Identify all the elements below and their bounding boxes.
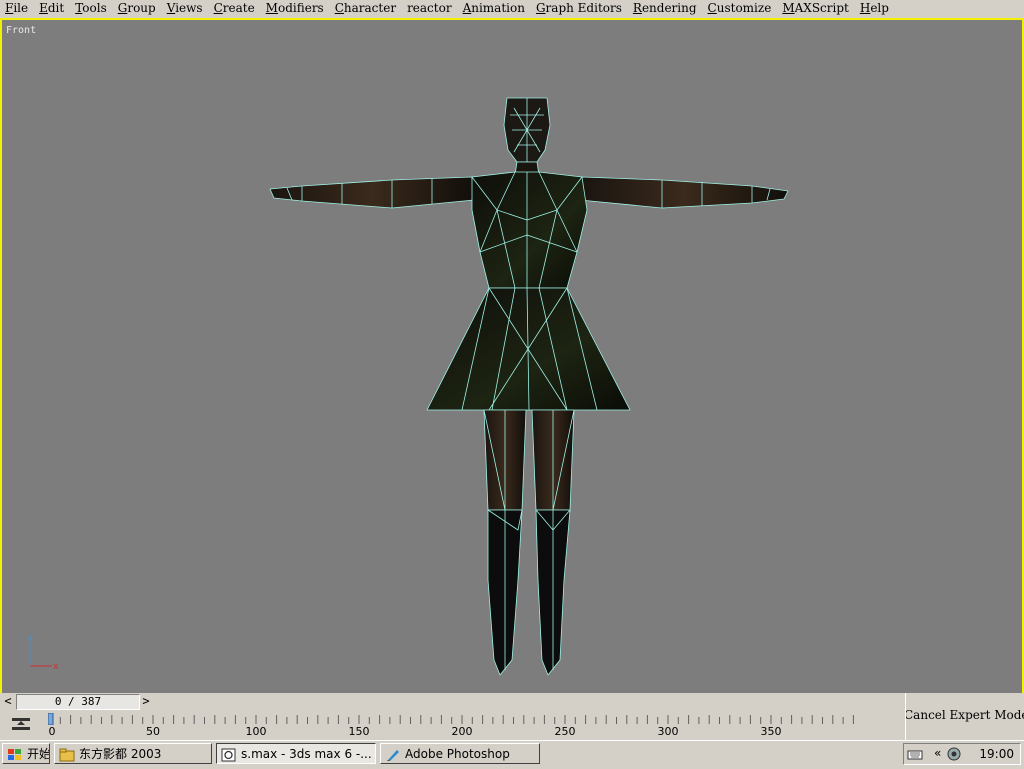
menu-label-rest: ile bbox=[13, 1, 29, 15]
track-tick-label: 0 bbox=[48, 725, 56, 738]
menu-group[interactable]: Group bbox=[113, 0, 162, 18]
menu-create[interactable]: Create bbox=[209, 0, 261, 18]
3dsmax-icon bbox=[221, 748, 236, 761]
status-panel: Cancel Expert Mode bbox=[905, 693, 1024, 740]
menu-rendering[interactable]: Rendering bbox=[628, 0, 703, 18]
menu-animation[interactable]: Animation bbox=[458, 0, 531, 18]
menu-accelerator-key: C bbox=[334, 1, 344, 15]
menu-bar: File Edit Tools Group Views Create Modifiers Ch… bbox=[0, 0, 1024, 18]
time-controls: < 0 / 387 > 0 50 100 150 200 250 300 350 bbox=[0, 693, 905, 740]
taskbar-app-label: s.max - 3ds max 6 -... bbox=[241, 747, 372, 761]
menu-modifiers[interactable]: Modifiers bbox=[261, 0, 330, 18]
menu-label-rest: roup bbox=[127, 1, 156, 15]
keyboard-icon[interactable] bbox=[907, 747, 923, 761]
photoshop-icon bbox=[387, 749, 399, 761]
axis-x-label: x bbox=[53, 662, 59, 672]
menu-label-rest: dit bbox=[47, 1, 65, 15]
menu-accelerator-key: A bbox=[462, 1, 472, 15]
menu-label-rest: haracter bbox=[343, 1, 397, 15]
menu-accelerator-key: C bbox=[707, 1, 717, 15]
axis-z-label: z bbox=[28, 633, 33, 643]
menu-accelerator-key: M bbox=[265, 1, 278, 15]
current-frame-marker[interactable] bbox=[48, 713, 54, 725]
menu-label-rest: raph Editors bbox=[545, 1, 622, 15]
menu-accelerator-key: E bbox=[39, 1, 48, 15]
windows-logo-icon bbox=[8, 748, 21, 760]
front-viewport[interactable]: Front z x bbox=[0, 18, 1024, 695]
menu-edit[interactable]: Edit bbox=[34, 0, 70, 18]
menu-label-rest: ustomize bbox=[716, 1, 772, 15]
menu-accelerator-key: G bbox=[117, 1, 128, 15]
taskbar-app-3dsmax[interactable]: s.max - 3ds max 6 -... bbox=[216, 743, 376, 764]
cancel-expert-mode-button[interactable]: Cancel Expert Mode bbox=[906, 708, 1024, 722]
menu-label-rest: endering bbox=[641, 1, 697, 15]
time-next-button[interactable]: > bbox=[140, 694, 152, 710]
menu-maxscript[interactable]: MAXScript bbox=[777, 0, 855, 18]
track-tick-label: 50 bbox=[146, 725, 160, 738]
track-tick-label: 100 bbox=[245, 725, 267, 738]
menu-accelerator-key: V bbox=[166, 1, 176, 15]
start-button[interactable]: 开始 bbox=[2, 743, 50, 764]
menu-tools[interactable]: Tools bbox=[70, 0, 113, 18]
menu-label-rest: AXScript bbox=[794, 1, 849, 15]
menu-accelerator-key: M bbox=[782, 1, 795, 15]
model-mesh bbox=[269, 97, 789, 676]
menu-label: reactor bbox=[407, 1, 452, 15]
menu-accelerator-key: H bbox=[859, 1, 871, 15]
menu-character[interactable]: Character bbox=[330, 0, 402, 18]
taskbar-app-label: Adobe Photoshop bbox=[405, 747, 510, 761]
menu-views[interactable]: Views bbox=[162, 0, 209, 18]
menu-label-rest: ools bbox=[82, 1, 107, 15]
time-slider[interactable]: 0 / 387 bbox=[16, 694, 140, 710]
taskbar-app-label: 东方影都 2003 bbox=[79, 747, 162, 761]
character-model[interactable] bbox=[2, 20, 1022, 693]
clock[interactable]: 19:00 bbox=[979, 747, 1014, 761]
track-tick-label: 300 bbox=[657, 725, 679, 738]
menu-reactor[interactable]: reactor bbox=[402, 0, 458, 18]
track-tick-label: 350 bbox=[760, 725, 782, 738]
taskbar: 开始 东方影都 2003 s.max - 3ds max 6 -... Adob… bbox=[0, 740, 1024, 769]
menu-graph-editors[interactable]: Graph Editors bbox=[531, 0, 628, 18]
track-tick-label: 250 bbox=[554, 725, 576, 738]
track-tick-label: 200 bbox=[451, 725, 473, 738]
menu-label-rest: nimation bbox=[471, 1, 525, 15]
speaker-icon[interactable] bbox=[946, 747, 962, 761]
tray-expand-icon[interactable]: « bbox=[934, 746, 941, 760]
menu-label-rest: iews bbox=[175, 1, 203, 15]
axis-tripod: z x bbox=[28, 633, 59, 672]
taskbar-app-photoshop[interactable]: Adobe Photoshop bbox=[380, 743, 540, 764]
trackbar-toggle-icon[interactable] bbox=[10, 715, 32, 733]
taskbar-app-dongfang[interactable]: 东方影都 2003 bbox=[54, 743, 212, 764]
folder-icon bbox=[59, 748, 75, 761]
menu-customize[interactable]: Customize bbox=[703, 0, 778, 18]
menu-file[interactable]: File bbox=[0, 0, 34, 18]
menu-accelerator-key: R bbox=[632, 1, 642, 15]
menu-accelerator-key: C bbox=[213, 1, 223, 15]
menu-label-rest: elp bbox=[870, 1, 889, 15]
menu-label-rest: odifiers bbox=[277, 1, 324, 15]
time-prev-button[interactable]: < bbox=[2, 694, 14, 710]
menu-label-rest: reate bbox=[222, 1, 255, 15]
track-bar[interactable]: 0 50 100 150 200 250 300 350 bbox=[48, 713, 858, 738]
menu-accelerator-key: G bbox=[535, 1, 546, 15]
system-tray: « 19:00 bbox=[903, 743, 1021, 765]
start-label: 开始 bbox=[27, 747, 50, 761]
track-tick-label: 150 bbox=[348, 725, 370, 738]
menu-help[interactable]: Help bbox=[855, 0, 895, 18]
